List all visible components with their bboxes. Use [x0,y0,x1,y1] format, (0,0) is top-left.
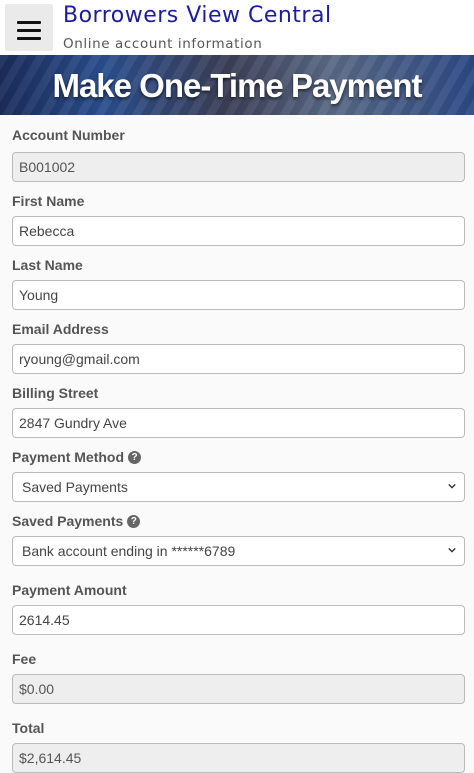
chevron-down-icon [448,547,456,553]
saved-payments-label-row: Saved Payments ? [12,512,465,530]
site-title[interactable]: Borrowers View Central [63,3,332,28]
site-subtitle: Online account information [63,36,263,52]
question-circle-icon[interactable]: ? [128,450,142,464]
total-field: $2,614.45 [12,743,465,773]
hamburger-menu-icon-bar [17,37,41,40]
fee-field: $0.00 [12,674,465,704]
page-banner: Make One-Time Payment [0,55,474,115]
top-bar: Borrowers View Central Online account in… [0,0,474,55]
payment-method-label: Payment Method [12,449,125,465]
hamburger-menu-icon-bar [17,29,41,32]
total-label: Total [12,720,45,736]
payment-method-value: Saved Payments [22,479,128,495]
saved-payments-select[interactable]: Bank account ending in ******6789 [12,536,465,566]
hamburger-menu-icon [17,21,41,24]
payment-amount-field[interactable]: 2614.45 [12,605,465,635]
account-number-field: B001002 [12,152,465,182]
fee-label: Fee [12,651,37,667]
email-label: Email Address [12,321,109,337]
last-name-label: Last Name [12,257,83,273]
last-name-field[interactable]: Young [12,280,465,310]
saved-payments-value: Bank account ending in ******6789 [22,543,236,559]
saved-payments-label: Saved Payments [12,513,124,529]
question-circle-icon[interactable]: ? [127,514,141,528]
payment-form: Account Number B001002 First Name Rebecc… [0,126,474,773]
hamburger-menu-button[interactable] [5,4,53,51]
payment-method-select[interactable]: Saved Payments [12,472,465,502]
chevron-down-icon [448,483,456,489]
account-number-label: Account Number [12,127,125,143]
payment-method-label-row: Payment Method ? [12,448,465,466]
page-title: Make One-Time Payment [52,67,422,104]
email-field[interactable]: ryoung@gmail.com [12,344,465,374]
billing-street-field[interactable]: 2847 Gundry Ave [12,408,465,438]
payment-amount-label: Payment Amount [12,582,127,598]
first-name-field[interactable]: Rebecca [12,216,465,246]
first-name-label: First Name [12,193,85,209]
billing-street-label: Billing Street [12,385,99,401]
